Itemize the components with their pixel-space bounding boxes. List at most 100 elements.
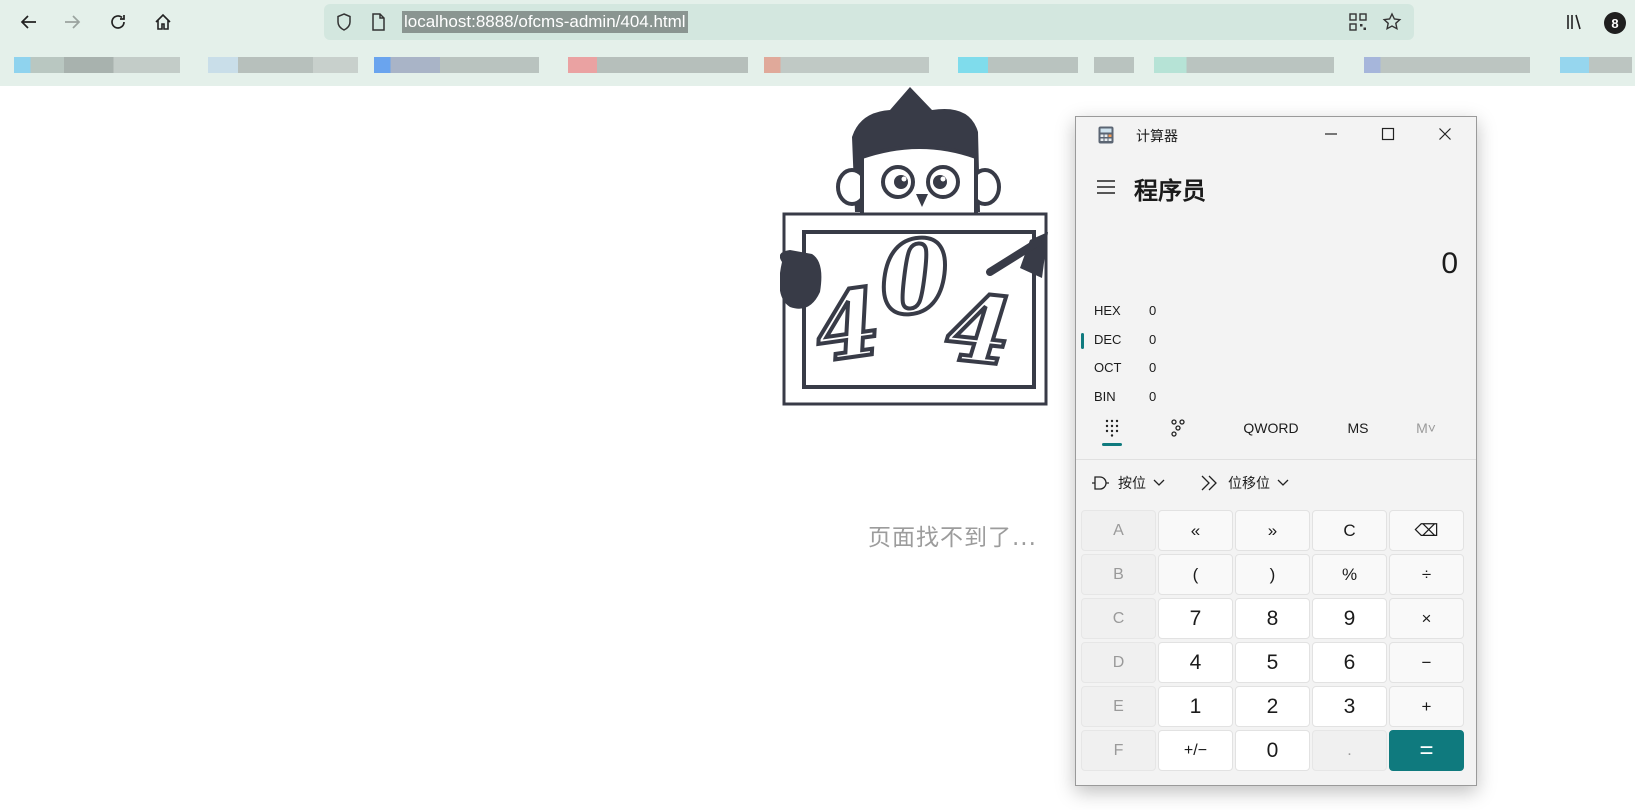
key-equals[interactable]: =: [1389, 730, 1464, 771]
mode-title: 程序员: [1134, 177, 1206, 205]
key-2[interactable]: 2: [1235, 686, 1310, 727]
key-divide[interactable]: ÷: [1389, 554, 1464, 595]
bit-shift-icon: [1201, 475, 1217, 491]
svg-text:0: 0: [876, 216, 954, 339]
key-hex-e[interactable]: E: [1081, 686, 1156, 727]
bookmark-item[interactable]: [1154, 57, 1334, 73]
key-8[interactable]: 8: [1235, 598, 1310, 639]
bookmark-item[interactable]: [1560, 57, 1632, 73]
bitshift-label: 位移位: [1228, 476, 1270, 492]
extension-badge[interactable]: 8: [1604, 12, 1626, 34]
key-3[interactable]: 3: [1312, 686, 1387, 727]
back-button[interactable]: [13, 6, 45, 38]
calculator-app-icon: [1098, 126, 1114, 144]
full-keypad-icon: [1105, 419, 1119, 437]
forward-icon: [65, 15, 81, 29]
memory-store-button[interactable]: MS: [1338, 416, 1378, 440]
back-icon: [20, 15, 36, 29]
base-value: 0: [1149, 360, 1157, 375]
key-6[interactable]: 6: [1312, 642, 1387, 683]
key-left-paren[interactable]: (: [1158, 554, 1233, 595]
maximize-button[interactable]: [1360, 117, 1416, 151]
browser-toolbar: localhost:8888/ofcms-admin/404.html 8: [0, 0, 1635, 44]
minimize-button[interactable]: [1303, 117, 1359, 151]
key-9[interactable]: 9: [1312, 598, 1387, 639]
url-text[interactable]: localhost:8888/ofcms-admin/404.html: [402, 11, 688, 33]
bookmark-item[interactable]: [1094, 57, 1134, 73]
svg-text:4: 4: [942, 273, 1017, 387]
key-0[interactable]: 0: [1235, 730, 1310, 771]
base-label: OCT: [1094, 360, 1122, 375]
library-button[interactable]: [1558, 6, 1590, 38]
key-decimal[interactable]: .: [1312, 730, 1387, 771]
key-hex-b[interactable]: B: [1081, 554, 1156, 595]
maximize-icon: [1381, 127, 1395, 141]
base-value: 0: [1149, 332, 1157, 347]
reload-icon: [111, 15, 125, 29]
key-5[interactable]: 5: [1235, 642, 1310, 683]
bit-operations-bar: 按位 位移位: [1076, 471, 1476, 499]
close-icon: [1439, 128, 1451, 140]
bookmark-star-icon[interactable]: [1382, 12, 1402, 32]
active-keypad-indicator: [1102, 443, 1122, 446]
bit-toggle-keypad-button[interactable]: [1164, 416, 1192, 440]
calculator-titlebar[interactable]: 计算器: [1076, 117, 1476, 151]
base-row-oct[interactable]: OCT 0: [1094, 356, 1294, 382]
logic-gate-icon: [1092, 476, 1109, 490]
chevron-down-icon: [1277, 479, 1289, 486]
bookmark-item[interactable]: [764, 57, 929, 73]
key-7[interactable]: 7: [1158, 598, 1233, 639]
forward-button[interactable]: [56, 6, 88, 38]
key-hex-c[interactable]: C: [1081, 598, 1156, 639]
keypad-mode-bar: QWORD MS M˅: [1076, 410, 1476, 446]
bookmarks-bar: [0, 44, 1635, 86]
key-multiply[interactable]: ×: [1389, 598, 1464, 639]
key-clear[interactable]: C: [1312, 510, 1387, 551]
close-button[interactable]: [1417, 117, 1473, 151]
bookmark-item[interactable]: [14, 57, 180, 73]
key-4[interactable]: 4: [1158, 642, 1233, 683]
key-left-shift[interactable]: «: [1158, 510, 1233, 551]
bitwise-dropdown[interactable]: 按位: [1090, 473, 1176, 493]
page-icon[interactable]: [368, 12, 388, 32]
hamburger-menu-icon[interactable]: [1094, 175, 1118, 199]
bookmark-item[interactable]: [958, 57, 1078, 73]
404-illustration: 4 0 4: [780, 87, 1048, 406]
key-hex-f[interactable]: F: [1081, 730, 1156, 771]
key-right-shift[interactable]: »: [1235, 510, 1310, 551]
home-button[interactable]: [147, 6, 179, 38]
bookmark-item[interactable]: [374, 57, 539, 73]
bitshift-dropdown[interactable]: 位移位: [1200, 473, 1300, 493]
bookmark-item[interactable]: [568, 57, 748, 73]
memory-menu-button[interactable]: M˅: [1406, 416, 1446, 440]
key-right-paren[interactable]: ): [1235, 554, 1310, 595]
key-plus[interactable]: +: [1389, 686, 1464, 727]
key-1[interactable]: 1: [1158, 686, 1233, 727]
window-title: 计算器: [1136, 129, 1178, 145]
address-bar[interactable]: localhost:8888/ofcms-admin/404.html: [324, 4, 1414, 40]
qr-code-icon[interactable]: [1348, 12, 1368, 32]
base-label: BIN: [1094, 389, 1116, 404]
base-row-hex[interactable]: HEX 0: [1094, 299, 1294, 325]
base-row-dec[interactable]: DEC 0: [1081, 328, 1294, 354]
full-keypad-button[interactable]: [1098, 416, 1126, 440]
bookmark-item[interactable]: [208, 57, 358, 73]
base-row-bin[interactable]: BIN 0: [1094, 385, 1294, 411]
base-label: DEC: [1094, 332, 1122, 347]
key-hex-a[interactable]: A: [1081, 510, 1156, 551]
selected-base-indicator: [1081, 333, 1084, 349]
base-value: 0: [1149, 303, 1157, 318]
key-minus[interactable]: −: [1389, 642, 1464, 683]
divider: [1076, 459, 1476, 460]
key-hex-d[interactable]: D: [1081, 642, 1156, 683]
bookmark-item[interactable]: [1364, 57, 1530, 73]
key-percent[interactable]: %: [1312, 554, 1387, 595]
word-size-button[interactable]: QWORD: [1236, 416, 1306, 440]
home-icon: [155, 13, 171, 30]
keypad: A « » C ⌫ B ( ) % ÷ C 7 8 9 × D 4 5 6 − …: [1081, 510, 1473, 782]
key-backspace[interactable]: ⌫: [1389, 510, 1464, 551]
not-found-message: 页面找不到了...: [868, 525, 1037, 551]
reload-button[interactable]: [102, 6, 134, 38]
key-negate[interactable]: +/−: [1158, 730, 1233, 771]
shield-icon[interactable]: [334, 12, 354, 32]
